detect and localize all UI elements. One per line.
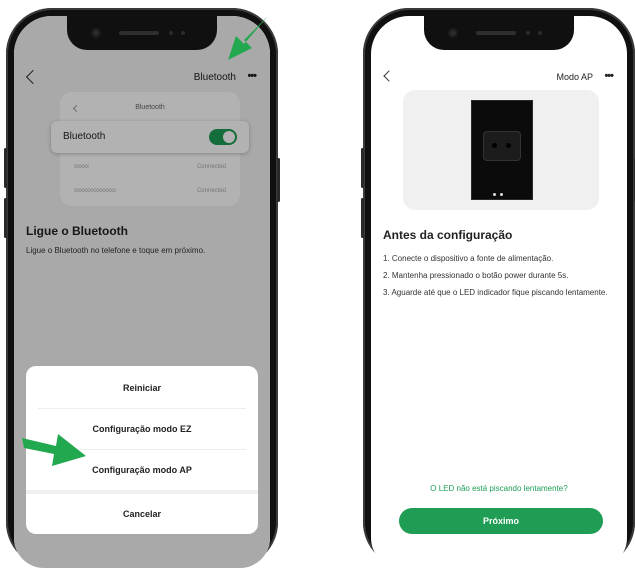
cancel-button[interactable]: Cancelar bbox=[38, 494, 246, 534]
pointer-arrow-icon bbox=[228, 12, 272, 60]
device-image bbox=[471, 100, 533, 200]
phone-side-button bbox=[277, 158, 280, 202]
option-restart[interactable]: Reiniciar bbox=[38, 368, 246, 408]
next-button[interactable]: Próximo bbox=[399, 508, 603, 534]
pointer-arrow-icon bbox=[22, 434, 86, 466]
step-item: 3. Aguarde até que o LED indicador fique… bbox=[383, 288, 608, 297]
step-item: 1. Conecte o dispositivo a fonte de alim… bbox=[383, 254, 554, 263]
camera-icon bbox=[448, 28, 458, 38]
phone-side-button bbox=[4, 198, 7, 238]
notch bbox=[424, 16, 574, 50]
phone-side-button bbox=[361, 148, 364, 188]
back-chevron-icon[interactable] bbox=[383, 70, 395, 82]
more-dots-icon[interactable]: ••• bbox=[604, 70, 614, 82]
notch bbox=[67, 16, 217, 50]
steps-list: 1. Conecte o dispositivo a fonte de alim… bbox=[383, 250, 619, 301]
speaker bbox=[476, 31, 516, 35]
step-item: 2. Mantenha pressionado o botão power du… bbox=[383, 271, 569, 280]
section-heading: Antes da configuração bbox=[383, 228, 513, 242]
sensor bbox=[169, 31, 173, 35]
phone-side-button bbox=[361, 198, 364, 238]
phone-left: Bluetooth ••• Bluetooth xxxxx Connected … bbox=[4, 8, 280, 568]
screen-right: Modo AP ••• Antes da configuração 1. Con… bbox=[371, 16, 627, 568]
camera-icon bbox=[91, 28, 101, 38]
power-socket bbox=[483, 131, 521, 161]
sensor bbox=[181, 31, 185, 35]
sensor bbox=[538, 31, 542, 35]
led-not-blinking-link[interactable]: O LED não está piscando lentamente? bbox=[371, 484, 627, 493]
phone-right: Modo AP ••• Antes da configuração 1. Con… bbox=[361, 8, 635, 568]
led-indicator bbox=[493, 193, 496, 196]
led-indicator bbox=[500, 193, 503, 196]
sensor bbox=[526, 31, 530, 35]
device-image-frame bbox=[403, 90, 599, 210]
phone-side-button bbox=[4, 148, 7, 188]
speaker bbox=[119, 31, 159, 35]
screen-left: Bluetooth ••• Bluetooth xxxxx Connected … bbox=[14, 16, 270, 568]
header-title: Modo AP bbox=[556, 72, 593, 82]
